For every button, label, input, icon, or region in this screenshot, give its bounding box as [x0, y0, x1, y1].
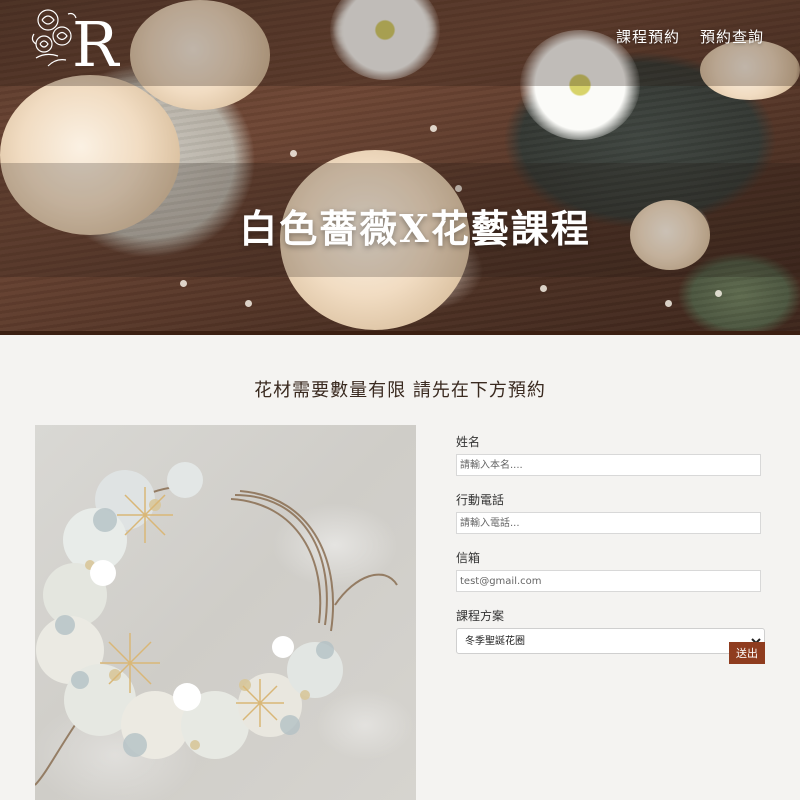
name-input[interactable] [456, 454, 761, 476]
nav-link-booking-lookup[interactable]: 預約查詢 [700, 26, 764, 47]
babys-breath-dot [665, 300, 672, 307]
wreath-photo [35, 425, 416, 800]
babys-breath-dot [290, 150, 297, 157]
babys-breath-dot [540, 285, 547, 292]
babys-breath-dot [715, 290, 722, 297]
babys-breath-dot [430, 125, 437, 132]
nav-links: 課程預約 預約查詢 [616, 26, 764, 47]
hero-bottom-border [0, 331, 800, 335]
booking-form: 姓名 行動電話 信箱 課程方案 冬季聖誕花圈 送出 [456, 433, 766, 664]
plan-select[interactable]: 冬季聖誕花圈 [456, 628, 765, 654]
phone-label: 行動電話 [456, 493, 505, 507]
name-label: 姓名 [456, 435, 481, 449]
hero-title: 白色薔薇X花藝課程 [239, 206, 591, 251]
babys-breath-dot [180, 280, 187, 287]
submit-button[interactable]: 送出 [729, 642, 765, 664]
phone-input[interactable] [456, 512, 761, 534]
rose-monogram-logo[interactable]: R [28, 0, 121, 81]
svg-text:R: R [72, 8, 120, 80]
plan-label: 課程方案 [456, 609, 505, 623]
top-navbar: R 課程預約 預約查詢 [0, 0, 800, 86]
email-label: 信箱 [456, 551, 481, 565]
email-input[interactable] [456, 570, 761, 592]
hero-banner: 白色薔薇X花藝課程 R 課程預約 預約查詢 [0, 0, 800, 335]
section-heading: 花材需要數量有限 請先在下方預約 [254, 380, 546, 401]
babys-breath-dot [245, 300, 252, 307]
nav-link-booking[interactable]: 課程預約 [616, 26, 680, 47]
